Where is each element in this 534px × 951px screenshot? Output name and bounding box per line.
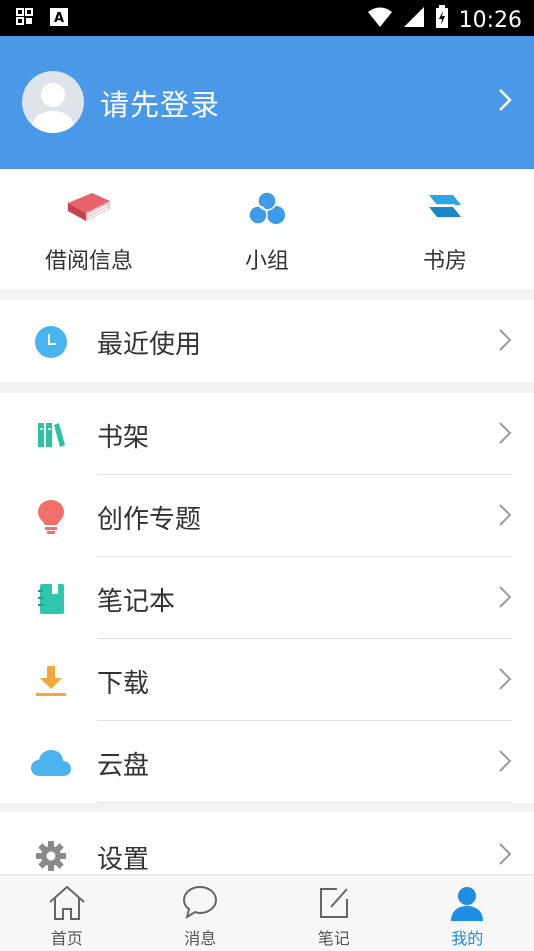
message-icon (182, 885, 218, 923)
chevron-right-icon[interactable] (498, 88, 512, 116)
tab-label: 首页 (0, 925, 134, 949)
gear-icon (33, 838, 69, 874)
home-icon (48, 885, 86, 925)
menu-group-recent: 最近使用 (0, 300, 534, 382)
tab-label: 笔记 (267, 925, 401, 949)
menu-item-label: 最近使用 (97, 324, 201, 361)
tab-messages[interactable]: 消息 (134, 875, 268, 951)
book-icon (66, 191, 112, 227)
bookshelf-icon (33, 417, 69, 453)
quick-action-label: 小组 (178, 243, 356, 275)
status-bar: A 10:26 (0, 0, 534, 36)
menu-item-label: 设置 (97, 839, 149, 874)
quick-actions: 借阅信息 小组 书房 (0, 169, 534, 289)
quick-action-study[interactable]: 书房 (356, 169, 534, 289)
signal-icon (403, 6, 425, 34)
font-app-icon: A (50, 8, 68, 30)
menu-item-recent[interactable]: 最近使用 (0, 300, 534, 382)
menu-item-bookshelf[interactable]: 书架 (0, 393, 534, 475)
menu-item-label: 创作专题 (97, 499, 201, 536)
chevron-right-icon (498, 749, 512, 777)
tab-profile[interactable]: 我的 (401, 875, 534, 951)
menu-item-creation-topics[interactable]: 创作专题 (0, 475, 534, 557)
quick-action-group[interactable]: 小组 (178, 169, 356, 289)
grid-icon (16, 8, 34, 30)
menu-item-label: 下载 (97, 663, 149, 700)
quick-action-label: 书房 (356, 243, 534, 275)
chevron-right-icon (498, 667, 512, 695)
study-icon (425, 191, 465, 225)
tab-home[interactable]: 首页 (0, 875, 134, 951)
menu-group-main: 书架 创作专题 笔记本 下载 (0, 393, 534, 803)
download-icon (33, 663, 69, 699)
divider (97, 802, 512, 803)
menu-item-label: 书架 (97, 417, 149, 454)
chevron-right-icon (498, 842, 512, 870)
tab-label: 消息 (134, 925, 268, 949)
edit-icon (317, 885, 351, 923)
svg-text:A: A (54, 11, 64, 26)
chevron-right-icon (498, 421, 512, 449)
cloud-icon (30, 745, 72, 781)
quick-action-borrow-info[interactable]: 借阅信息 (0, 169, 178, 289)
login-prompt[interactable]: 请先登录 (100, 82, 220, 124)
wifi-icon (367, 6, 393, 34)
tab-label: 我的 (401, 925, 534, 949)
chevron-right-icon (498, 585, 512, 613)
battery-icon (435, 5, 449, 35)
chevron-right-icon (498, 328, 512, 356)
status-time: 10:26 (459, 8, 522, 33)
default-avatar-icon (22, 71, 84, 133)
menu-item-cloud-drive[interactable]: 云盘 (0, 721, 534, 803)
menu-item-label: 笔记本 (97, 581, 175, 618)
profile-header[interactable]: 请先登录 (0, 36, 534, 169)
avatar[interactable] (22, 71, 84, 133)
group-icon (248, 191, 286, 229)
notebook-icon (33, 581, 69, 617)
clock-icon (33, 324, 69, 360)
quick-action-label: 借阅信息 (0, 243, 178, 275)
profile-icon (449, 885, 485, 925)
tab-notes[interactable]: 笔记 (267, 875, 401, 951)
lightbulb-icon (33, 499, 69, 535)
menu-group-settings: 设置 (0, 812, 534, 874)
menu-item-download[interactable]: 下载 (0, 639, 534, 721)
bottom-tab-bar: 首页 消息 笔记 我的 (0, 874, 534, 951)
menu-item-notebook[interactable]: 笔记本 (0, 557, 534, 639)
menu-item-settings[interactable]: 设置 (0, 812, 534, 874)
menu-item-label: 云盘 (97, 745, 149, 782)
chevron-right-icon (498, 503, 512, 531)
